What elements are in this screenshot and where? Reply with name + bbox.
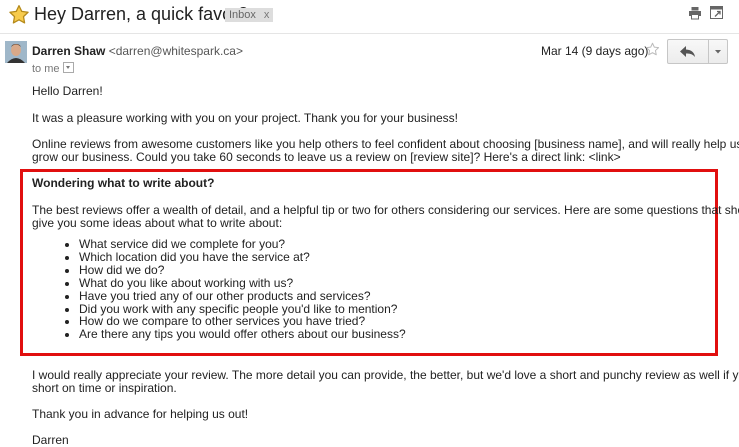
- signature: Darren: [32, 433, 69, 447]
- more-actions-button[interactable]: [709, 40, 727, 63]
- list-item: Which location did you have the service …: [79, 251, 406, 264]
- list-item: What do you like about working with us?: [79, 276, 406, 290]
- question-list: What service did we complete for you? Wh…: [64, 238, 406, 341]
- recipient-text: to me: [32, 63, 60, 75]
- inbox-label[interactable]: Inbox x: [225, 8, 274, 22]
- greeting: Hello Darren!: [32, 84, 103, 98]
- thanks-in-advance: Thank you in advance for helping us out!: [32, 407, 249, 421]
- email-subject: Hey Darren, a quick favor?: [34, 4, 249, 24]
- header-divider: [0, 33, 739, 34]
- reply-button-group: [667, 39, 728, 64]
- avatar[interactable]: [5, 41, 27, 63]
- sender-name[interactable]: Darren Shaw: [32, 44, 105, 58]
- chevron-down-icon: [715, 50, 721, 54]
- inbox-label-text: Inbox: [229, 9, 256, 21]
- remove-label-icon[interactable]: x: [264, 9, 270, 21]
- recipient-details-dropdown[interactable]: [62, 62, 74, 73]
- request-paragraph-line-2: grow our business. Could you take 60 sec…: [32, 150, 621, 164]
- box-intro-line-2: give you some ideas about what to write …: [32, 216, 283, 230]
- list-item: Are there any tips you would offer other…: [79, 328, 406, 341]
- new-window-icon[interactable]: [710, 6, 723, 19]
- reply-button[interactable]: [668, 40, 708, 63]
- print-icon[interactable]: [688, 6, 702, 20]
- sender-email: <darren@whitespark.ca>: [108, 44, 243, 58]
- box-heading: Wondering what to write about?: [32, 176, 215, 190]
- thanks-paragraph: It was a pleasure working with you on yo…: [32, 111, 458, 125]
- list-item: What service did we complete for you?: [79, 238, 406, 251]
- message-date: Mar 14 (9 days ago): [541, 44, 649, 58]
- star-outline-icon[interactable]: [645, 42, 660, 57]
- star-icon[interactable]: [8, 4, 30, 26]
- closing-paragraph-line-2: short on time or inspiration.: [32, 381, 177, 395]
- list-item: Have you tried any of our other products…: [79, 289, 406, 303]
- sender-info: Darren Shaw <darren@whitespark.ca>: [32, 44, 243, 58]
- reply-icon: [680, 46, 695, 57]
- list-item: How did we do?: [79, 263, 406, 277]
- recipient-line: to me: [32, 62, 74, 75]
